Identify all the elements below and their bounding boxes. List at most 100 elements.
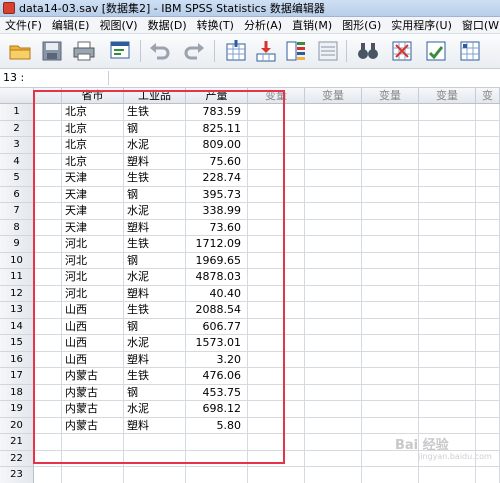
empty-cell[interactable] (34, 236, 62, 253)
row-number[interactable]: 1 (0, 104, 34, 121)
empty-cell[interactable] (248, 285, 305, 302)
run-descriptives-icon[interactable] (316, 39, 340, 63)
empty-cell[interactable] (34, 351, 62, 368)
cell-product[interactable]: 水泥 (124, 203, 186, 220)
empty-cell[interactable] (34, 120, 62, 137)
empty-cell[interactable] (476, 285, 500, 302)
empty-cell[interactable] (476, 186, 500, 203)
empty-cell[interactable] (419, 467, 476, 483)
cell-product[interactable]: 钢 (124, 186, 186, 203)
empty-cell[interactable] (362, 186, 419, 203)
empty-cell[interactable] (362, 203, 419, 220)
empty-cell[interactable] (305, 153, 362, 170)
insert-variable-icon[interactable] (424, 39, 448, 63)
column-header-variable[interactable]: 变量 (305, 88, 362, 104)
row-number[interactable]: 5 (0, 170, 34, 187)
empty-cell[interactable] (419, 170, 476, 187)
empty-cell[interactable] (476, 401, 500, 418)
cell-province[interactable]: 山西 (62, 335, 124, 352)
cell-product[interactable]: 塑料 (124, 285, 186, 302)
empty-cell[interactable] (305, 351, 362, 368)
cell-output[interactable] (186, 450, 248, 467)
column-header-variable[interactable]: 变量 (362, 88, 419, 104)
cell-output[interactable]: 1712.09 (186, 236, 248, 253)
empty-cell[interactable] (476, 219, 500, 236)
empty-cell[interactable] (248, 203, 305, 220)
empty-cell[interactable] (248, 384, 305, 401)
cell-output[interactable]: 809.00 (186, 137, 248, 154)
empty-cell[interactable] (476, 417, 500, 434)
empty-cell[interactable] (419, 384, 476, 401)
menu-edit[interactable]: 编辑(E) (47, 17, 95, 33)
empty-cell[interactable] (362, 384, 419, 401)
cell-province[interactable]: 河北 (62, 252, 124, 269)
empty-cell[interactable] (305, 252, 362, 269)
row-number[interactable]: 8 (0, 219, 34, 236)
redo-icon[interactable] (182, 39, 206, 63)
cell-output[interactable]: 338.99 (186, 203, 248, 220)
empty-cell[interactable] (34, 186, 62, 203)
empty-cell[interactable] (419, 351, 476, 368)
row-number[interactable]: 3 (0, 137, 34, 154)
cell-output[interactable]: 3.20 (186, 351, 248, 368)
empty-cell[interactable] (248, 401, 305, 418)
cell-province[interactable]: 山西 (62, 302, 124, 319)
empty-cell[interactable] (476, 203, 500, 220)
empty-cell[interactable] (476, 467, 500, 483)
cell-product[interactable]: 生铁 (124, 302, 186, 319)
cell-output[interactable]: 476.06 (186, 368, 248, 385)
cell-output[interactable]: 2088.54 (186, 302, 248, 319)
empty-cell[interactable] (362, 252, 419, 269)
cell-output[interactable]: 698.12 (186, 401, 248, 418)
empty-cell[interactable] (34, 302, 62, 319)
save-icon[interactable] (40, 39, 64, 63)
cell-province[interactable]: 内蒙古 (62, 368, 124, 385)
empty-cell[interactable] (362, 401, 419, 418)
empty-cell[interactable] (248, 302, 305, 319)
empty-cell[interactable] (419, 318, 476, 335)
empty-cell[interactable] (305, 384, 362, 401)
empty-cell[interactable] (419, 417, 476, 434)
empty-cell[interactable] (362, 417, 419, 434)
empty-cell[interactable] (419, 120, 476, 137)
cell-province[interactable] (62, 467, 124, 483)
cell-product[interactable]: 塑料 (124, 153, 186, 170)
cell-product[interactable]: 塑料 (124, 219, 186, 236)
empty-cell[interactable] (362, 285, 419, 302)
empty-cell[interactable] (34, 203, 62, 220)
empty-cell[interactable] (362, 302, 419, 319)
cell-product[interactable]: 塑料 (124, 417, 186, 434)
empty-cell[interactable] (305, 434, 362, 451)
menu-window[interactable]: 窗口(W) (457, 17, 500, 33)
empty-cell[interactable] (419, 335, 476, 352)
cell-province[interactable]: 天津 (62, 186, 124, 203)
undo-icon[interactable] (148, 39, 172, 63)
row-number[interactable]: 22 (0, 450, 34, 467)
empty-cell[interactable] (305, 269, 362, 286)
empty-cell[interactable] (419, 368, 476, 385)
empty-cell[interactable] (248, 269, 305, 286)
empty-cell[interactable] (248, 252, 305, 269)
empty-cell[interactable] (305, 170, 362, 187)
empty-cell[interactable] (476, 269, 500, 286)
empty-cell[interactable] (476, 153, 500, 170)
empty-cell[interactable] (248, 318, 305, 335)
empty-cell[interactable] (476, 351, 500, 368)
empty-cell[interactable] (248, 467, 305, 483)
menu-data[interactable]: 数据(D) (143, 17, 192, 33)
cell-product[interactable]: 生铁 (124, 236, 186, 253)
empty-cell[interactable] (305, 450, 362, 467)
empty-cell[interactable] (34, 318, 62, 335)
empty-cell[interactable] (476, 384, 500, 401)
empty-cell[interactable] (248, 137, 305, 154)
row-number[interactable]: 16 (0, 351, 34, 368)
empty-cell[interactable] (305, 219, 362, 236)
empty-cell[interactable] (476, 318, 500, 335)
cell-product[interactable]: 水泥 (124, 401, 186, 418)
row-number[interactable]: 9 (0, 236, 34, 253)
cell-province[interactable]: 河北 (62, 285, 124, 302)
empty-cell[interactable] (476, 368, 500, 385)
empty-cell[interactable] (362, 318, 419, 335)
empty-cell[interactable] (34, 467, 62, 483)
cell-output[interactable]: 228.74 (186, 170, 248, 187)
